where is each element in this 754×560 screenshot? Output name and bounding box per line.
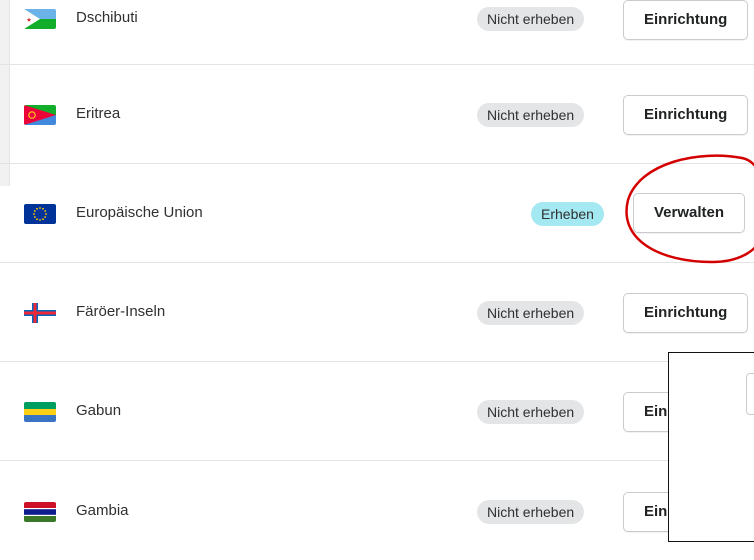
popup-button[interactable] xyxy=(746,373,754,415)
list-item: Färöer-Inseln Nicht erheben Einrichtung xyxy=(0,263,754,362)
eu-flag-icon xyxy=(24,204,56,224)
djibouti-flag-icon xyxy=(24,9,56,29)
faroe-islands-flag-icon xyxy=(24,303,56,323)
list-item: Dschibuti Nicht erheben Einrichtung xyxy=(0,0,754,65)
country-name: Gabun xyxy=(76,402,122,419)
eritrea-flag-icon xyxy=(24,105,56,125)
country-name: Europäische Union xyxy=(76,204,203,221)
status-badge: Nicht erheben xyxy=(477,500,585,524)
popup-panel xyxy=(668,352,754,542)
status-badge: Nicht erheben xyxy=(477,400,585,424)
list-item: Gambia Nicht erheben Ein xyxy=(0,461,754,560)
gambia-flag-icon xyxy=(24,502,56,522)
setup-button[interactable]: Einrichtung xyxy=(623,95,749,135)
list-item: Eritrea Nicht erheben Einrichtung xyxy=(0,65,754,164)
gabon-flag-icon xyxy=(24,402,56,422)
manage-button[interactable]: Verwalten xyxy=(633,193,746,233)
setup-button[interactable]: Einrichtung xyxy=(623,293,749,333)
status-badge: Nicht erheben xyxy=(477,7,585,31)
country-name: Eritrea xyxy=(76,105,121,122)
status-badge: Erheben xyxy=(531,202,604,226)
status-badge: Nicht erheben xyxy=(477,301,585,325)
country-name: Färöer-Inseln xyxy=(76,303,166,320)
country-name: Gambia xyxy=(76,502,129,519)
status-badge: Nicht erheben xyxy=(477,103,585,127)
list-item: Europäische Union Erheben Verwalten xyxy=(0,164,754,263)
country-name: Dschibuti xyxy=(76,9,138,26)
list-item: Gabun Nicht erheben Ein xyxy=(0,362,754,461)
setup-button[interactable]: Einrichtung xyxy=(623,0,749,40)
